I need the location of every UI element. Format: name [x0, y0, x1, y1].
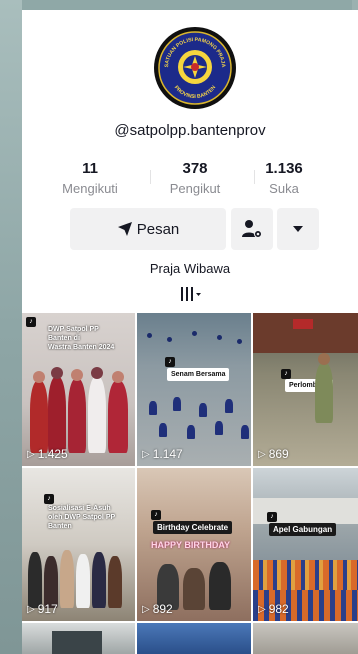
message-button[interactable]: Pesan [70, 208, 226, 250]
video-caption: Birthday Celebrate [153, 521, 233, 534]
stat-following-label: Mengikuti [62, 181, 118, 196]
satpol-pp-logo-icon: SATUAN POLISI PAMONG PRAJA PROVINSI BANT… [158, 31, 232, 105]
video-caption: Apel Gabungan [269, 523, 337, 536]
video-tile[interactable]: ♪ Apel Gabungan ▷ 982 [253, 468, 358, 621]
video-tile[interactable]: ♪ Senam Bersama ▷ 1.147 [137, 313, 251, 466]
video-caption: Sosialisasi E-Asuh oleh DWP Satpol PP Ba… [48, 505, 116, 530]
profile-stats: 11 Mengikuti 378 Pengikut 1.136 Suka [22, 160, 358, 200]
profile-avatar[interactable]: SATUAN POLISI PAMONG PRAJA PROVINSI BANT… [154, 27, 236, 109]
stat-likes-label: Suka [269, 181, 299, 196]
message-button-label: Pesan [136, 220, 180, 238]
video-tile[interactable] [253, 623, 358, 654]
stat-followers-value: 378 [182, 160, 208, 177]
background-left [0, 0, 22, 654]
person-gear-icon [242, 220, 262, 238]
video-view-count: ▷ 1.425 [27, 447, 68, 461]
play-icon: ▷ [142, 448, 150, 460]
video-tile[interactable] [22, 623, 135, 654]
play-icon: ▷ [27, 603, 35, 615]
stat-likes-value: 1.136 [265, 160, 303, 177]
tiktok-icon: ♪ [44, 494, 54, 504]
play-icon: ▷ [142, 603, 150, 615]
video-filter-button[interactable] [178, 284, 204, 304]
stat-followers-label: Pengikut [169, 181, 221, 196]
send-icon [117, 222, 132, 236]
video-view-count: ▷ 917 [27, 602, 58, 616]
video-tile[interactable] [137, 623, 251, 654]
video-tile[interactable]: ♪ Perlombaan ▷ 869 [253, 313, 358, 466]
video-tile[interactable]: ♪ Sosialisasi E-Asuh oleh DWP Satpol PP … [22, 468, 135, 621]
tiktok-icon: ♪ [165, 357, 175, 367]
tiktok-icon: ♪ [26, 317, 36, 327]
profile-bio: Praja Wibawa [149, 261, 231, 276]
video-view-count: ▷ 982 [258, 602, 289, 616]
filter-bars-icon [181, 287, 201, 301]
video-caption: DWP Satpol PP Banten di Wastra Banten 20… [48, 326, 115, 351]
play-icon: ▷ [27, 448, 35, 460]
video-view-count: ▷ 869 [258, 447, 289, 461]
profile-panel: SATUAN POLISI PAMONG PRAJA PROVINSI BANT… [22, 10, 358, 654]
follow-settings-button[interactable] [231, 208, 273, 250]
video-tile[interactable]: ♪ Birthday Celebrate HAPPY BIRTHDAY ▷ 892 [137, 468, 251, 621]
video-view-count: ▷ 1.147 [142, 447, 183, 461]
stat-likes[interactable]: 1.136 Suka [234, 160, 334, 198]
profile-handle: @satpolpp.bantenprov [114, 122, 266, 139]
more-options-button[interactable] [277, 208, 319, 250]
stat-followers[interactable]: 378 Pengikut [145, 160, 245, 198]
play-icon: ▷ [258, 448, 266, 460]
video-tile[interactable]: ♪ DWP Satpol PP Banten di Wastra Banten … [22, 313, 135, 466]
tiktok-icon: ♪ [267, 512, 277, 522]
tiktok-icon: ♪ [151, 510, 161, 520]
stat-following[interactable]: 11 Mengikuti [40, 160, 140, 198]
video-view-count: ▷ 892 [142, 602, 173, 616]
video-caption: Senam Bersama [167, 368, 230, 381]
video-banner: HAPPY BIRTHDAY [151, 540, 231, 550]
caret-down-icon [293, 226, 303, 232]
play-icon: ▷ [258, 603, 266, 615]
tiktok-icon: ♪ [281, 369, 291, 379]
stat-following-value: 11 [82, 160, 98, 177]
video-grid: ♪ DWP Satpol PP Banten di Wastra Banten … [22, 313, 358, 654]
